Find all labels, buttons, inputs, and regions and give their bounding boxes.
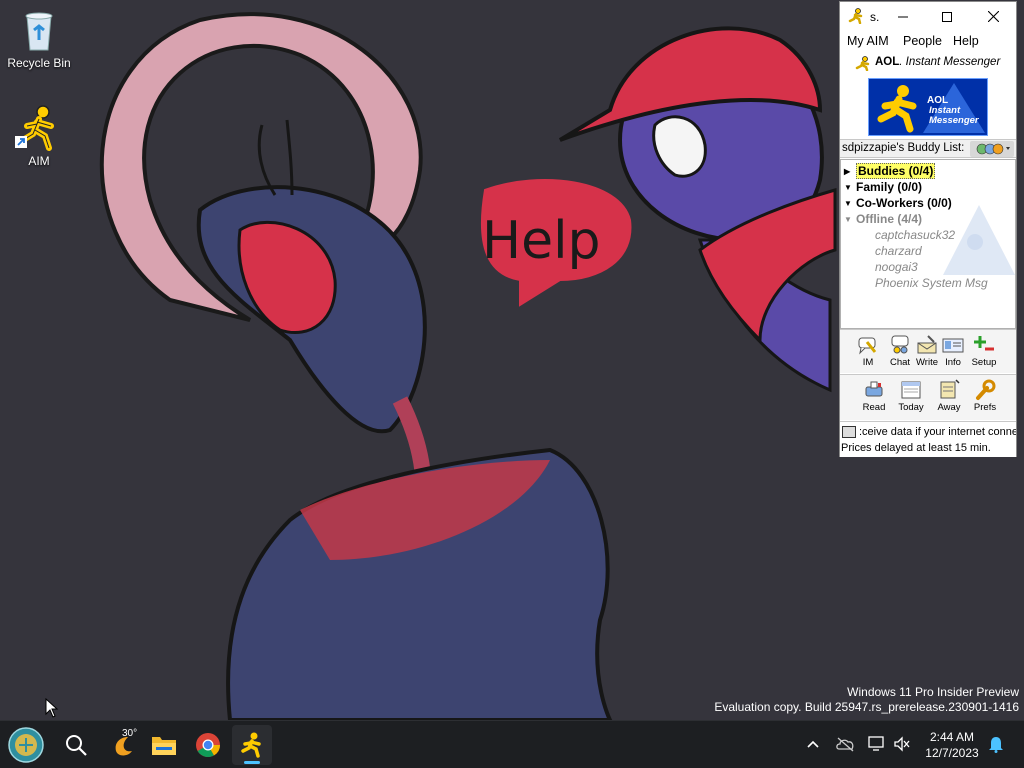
watermark-line-2: Evaluation copy. Build 25947.rs_prerelea…: [714, 700, 1019, 714]
calendar-icon: [900, 379, 922, 401]
start-orb-icon: [8, 727, 44, 763]
ticker-icon: [842, 426, 856, 438]
info-button[interactable]: Info: [937, 334, 969, 368]
brand-aol: AOL: [875, 56, 900, 68]
buddy-charzard[interactable]: charzard: [875, 244, 922, 258]
aim-running-man-icon: [15, 104, 63, 152]
aim-running-man-icon: [877, 85, 917, 133]
window-title: s.: [870, 10, 880, 24]
toolbar-secondary: Read Today Away Prefs: [840, 374, 1016, 420]
smiley-icon: [976, 143, 1010, 155]
write-icon: [916, 334, 938, 356]
buddy-list-tree[interactable]: ▶ Buddies (0/4) ▼ Family (0/0) ▼ Co-Workers…: [840, 159, 1016, 329]
desktop-icon-aim[interactable]: AIM: [1, 104, 77, 168]
chevron-up-icon: [807, 740, 819, 748]
network-tray-icon[interactable]: [866, 733, 888, 755]
buddy-phoenix-system-msg[interactable]: Phoenix System Msg: [875, 276, 988, 290]
weather-widget[interactable]: 30°: [102, 725, 142, 765]
ticker-disclaimer: Prices delayed at least 15 min.: [841, 442, 991, 454]
folder-icon: [152, 737, 176, 755]
buddy-list-header: sdpizzapie's Buddy List:: [840, 139, 1016, 158]
file-explorer-button[interactable]: [144, 725, 184, 765]
aim-buddy-list-window[interactable]: s. My AIM People Help AOL. Instant Messe…: [839, 1, 1017, 457]
away-note-icon: [938, 379, 960, 401]
speech-bubble-text: Help: [482, 211, 601, 271]
group-buddies[interactable]: ▶ Buddies (0/4): [844, 163, 936, 180]
volume-tray-icon[interactable]: [891, 733, 913, 755]
chat-icon: [889, 334, 911, 356]
search-button[interactable]: [56, 725, 96, 765]
active-indicator: [244, 761, 260, 764]
aim-running-man-icon: [855, 56, 870, 71]
aim-running-man-icon: [241, 732, 261, 758]
today-button[interactable]: Today: [895, 379, 927, 413]
setup-plus-minus-icon: [973, 334, 995, 356]
weather-temperature: 30°: [122, 728, 138, 739]
mouse-cursor-icon: [45, 698, 59, 718]
prefs-button[interactable]: Prefs: [969, 379, 1001, 413]
expanded-arrow-icon: ▼: [844, 199, 852, 208]
search-icon: [66, 735, 87, 756]
close-icon: [987, 11, 999, 22]
mailbox-icon: [863, 379, 885, 401]
expanded-arrow-icon: ▼: [844, 183, 852, 192]
desktop-icon-label: Recycle Bin: [7, 56, 71, 70]
windows-evaluation-watermark: Windows 11 Pro Insider Preview Evaluatio…: [714, 685, 1019, 715]
group-co-workers[interactable]: ▼ Co-Workers (0/0): [844, 196, 952, 212]
clock-time: 2:44 AM: [929, 730, 975, 744]
buddy-list-owner: sdpizzapie's Buddy List:: [842, 142, 965, 154]
taskbar: 30° 2:44 AM 12/7/2023: [0, 720, 1024, 768]
aim-brand-row: AOL. Instant Messenger: [840, 53, 1016, 73]
notifications-button[interactable]: [985, 733, 1007, 755]
group-family[interactable]: ▼ Family (0/0): [844, 180, 922, 196]
bell-icon: [989, 737, 1003, 753]
chrome-button[interactable]: [188, 725, 228, 765]
read-button[interactable]: Read: [858, 379, 890, 413]
show-hidden-icons-button[interactable]: [802, 733, 824, 755]
close-button[interactable]: [971, 2, 1015, 31]
stock-ticker[interactable]: :ceive data if your internet conne Price…: [840, 421, 1016, 457]
window-titlebar[interactable]: s.: [840, 2, 1016, 31]
menu-my-aim[interactable]: My AIM: [847, 34, 889, 48]
onedrive-tray-icon[interactable]: [834, 733, 856, 755]
aim-brand-text: AOL. Instant Messenger: [875, 56, 1001, 68]
im-button[interactable]: IM: [852, 334, 884, 368]
watermark-line-1: Windows 11 Pro Insider Preview: [847, 685, 1019, 699]
menu-help[interactable]: Help: [953, 34, 979, 48]
network-icon: [868, 736, 884, 751]
group-offline[interactable]: ▼ Offline (4/4): [844, 212, 922, 228]
menu-bar: My AIM People Help: [840, 31, 1016, 53]
desktop-icon-label: AIM: [28, 154, 50, 168]
buddy-noogai3[interactable]: noogai3: [875, 260, 918, 274]
minimize-icon: [898, 16, 908, 17]
collapsed-arrow-icon: ▶: [844, 167, 851, 176]
maximize-button[interactable]: [925, 2, 969, 31]
cloud-off-icon: [836, 737, 854, 752]
status-icons[interactable]: [970, 141, 1014, 157]
minimize-button[interactable]: [881, 2, 925, 31]
desktop-icon-recycle-bin[interactable]: Recycle Bin: [1, 6, 77, 70]
start-button[interactable]: [6, 725, 46, 765]
aim-running-man-icon: [847, 8, 865, 27]
aim-logo-banner[interactable]: AOL Instant Messenger: [868, 78, 988, 136]
menu-people[interactable]: People: [903, 34, 942, 48]
chrome-icon: [196, 733, 220, 758]
im-icon: [857, 334, 879, 356]
maximize-icon: [942, 11, 952, 22]
banner-product: Instant Messenger: [929, 105, 979, 126]
expanded-arrow-icon: ▼: [844, 215, 852, 224]
recycle-bin-icon: [15, 6, 63, 54]
speaker-muted-icon: [894, 736, 910, 752]
clock-date: 12/7/2023: [925, 746, 979, 760]
ticker-message: :ceive data if your internet conne: [859, 426, 1016, 438]
taskbar-clock[interactable]: 2:44 AM 12/7/2023: [920, 729, 984, 761]
aim-taskbar-button[interactable]: [232, 725, 272, 765]
away-button[interactable]: Away: [933, 379, 965, 413]
toolbar-primary: IM Chat Write Info Setup: [840, 329, 1016, 373]
setup-button[interactable]: Setup: [968, 334, 1000, 368]
info-card-icon: [942, 334, 964, 356]
buddy-captchasuck32[interactable]: captchasuck32: [875, 228, 955, 242]
wrench-icon: [974, 379, 996, 401]
brand-product: Instant Messenger: [905, 56, 1001, 68]
